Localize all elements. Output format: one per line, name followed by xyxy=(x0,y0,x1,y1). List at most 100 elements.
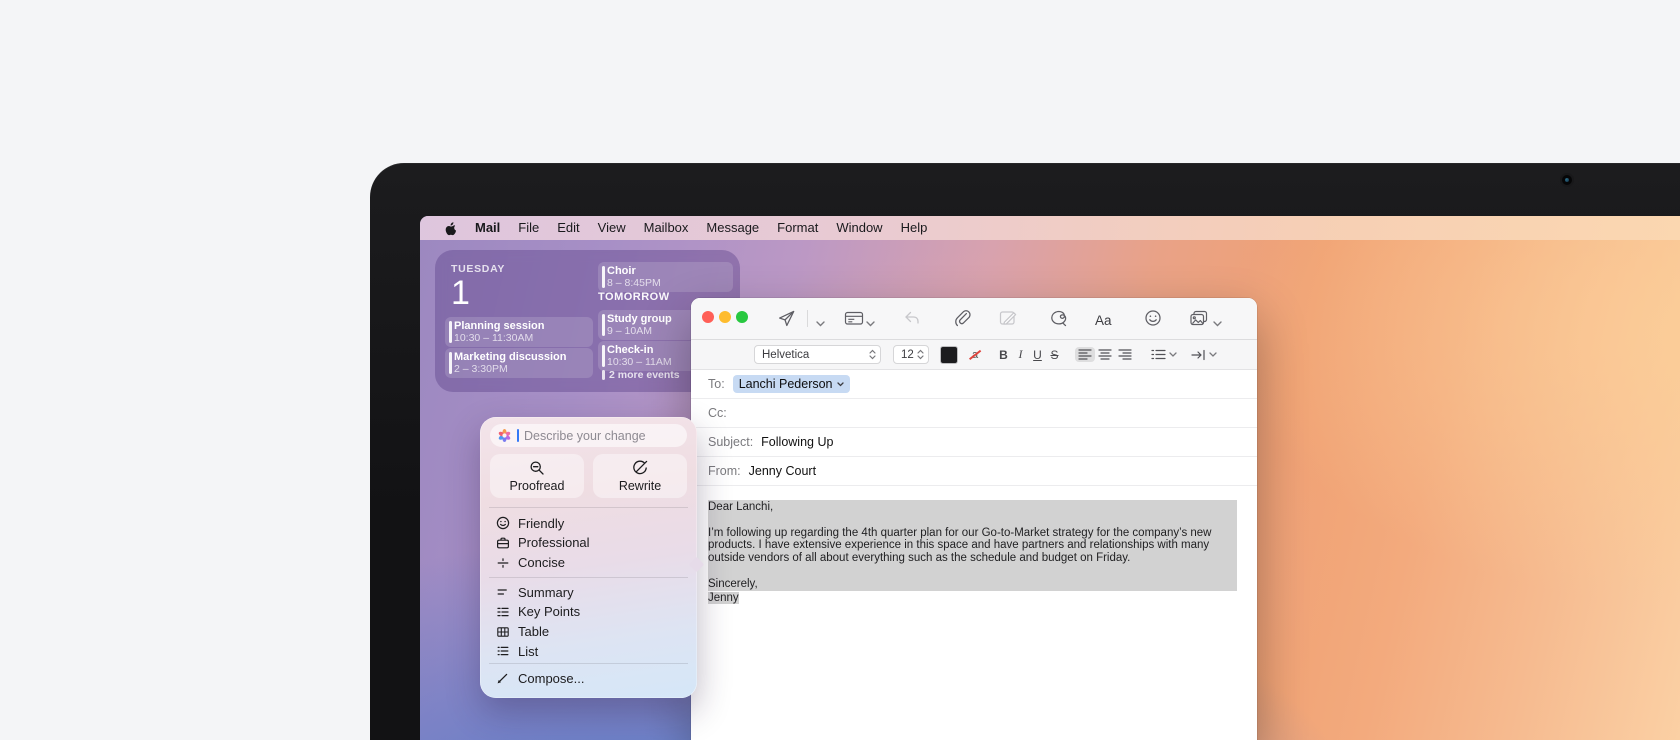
concise-lines-icon xyxy=(496,556,510,570)
recipient-pill[interactable]: Lanchi Pederson xyxy=(733,375,850,393)
widget-day-number: 1 xyxy=(451,276,470,310)
item-label: Table xyxy=(518,624,549,639)
header-fields-icon[interactable] xyxy=(844,308,864,328)
divider xyxy=(489,663,688,664)
writing-tools-popup: Describe your change Proofread Rewrite F… xyxy=(480,417,697,698)
item-label: Summary xyxy=(518,585,574,600)
item-label: Compose... xyxy=(518,671,584,686)
format-text-icon[interactable]: Aa xyxy=(1095,310,1112,330)
mail-compose-window: Aa Helvetica 12 xyxy=(691,298,1257,740)
event-marketing-discussion[interactable]: Marketing discussion 2 – 3:30PM xyxy=(445,348,593,378)
event-title: Choir xyxy=(607,265,727,277)
menu-item-edit[interactable]: Edit xyxy=(557,216,579,240)
strikethrough-button[interactable]: S xyxy=(1046,348,1063,362)
menu-item-mailbox[interactable]: Mailbox xyxy=(644,216,689,240)
event-choir[interactable]: Choir 8 – 8:45PM xyxy=(598,262,733,292)
align-center-button[interactable] xyxy=(1095,347,1115,362)
list-style-button[interactable] xyxy=(1151,349,1177,360)
bold-button[interactable]: B xyxy=(995,348,1012,362)
smiley-icon xyxy=(496,516,510,530)
indent-button[interactable] xyxy=(1191,349,1217,361)
toolbar-separator xyxy=(807,310,808,327)
photos-icon[interactable] xyxy=(1189,308,1209,328)
from-label: From: xyxy=(708,464,741,478)
menu-item-key-points[interactable]: Key Points xyxy=(480,602,697,622)
menu-item-file[interactable]: File xyxy=(518,216,539,240)
font-family-select[interactable]: Helvetica xyxy=(754,345,881,364)
from-field-row[interactable]: From: Jenny Court xyxy=(691,457,1257,486)
apple-intelligence-icon xyxy=(497,428,512,443)
minimize-button[interactable] xyxy=(719,311,731,323)
menu-item-help[interactable]: Help xyxy=(901,216,928,240)
to-field-row[interactable]: To: Lanchi Pederson xyxy=(691,370,1257,399)
menu-bar: Mail File Edit View Mailbox Message Form… xyxy=(420,216,1680,240)
event-planning-session[interactable]: Planning session 10:30 – 11:30AM xyxy=(445,317,593,347)
menu-item-table[interactable]: Table xyxy=(480,622,697,642)
align-left-button[interactable] xyxy=(1075,347,1095,362)
divider xyxy=(489,507,688,508)
body-signature: Jenny xyxy=(708,592,739,604)
table-grid-icon xyxy=(496,625,510,639)
italic-button[interactable]: I xyxy=(1012,347,1029,362)
cc-label: Cc: xyxy=(708,406,727,420)
menu-item-message[interactable]: Message xyxy=(706,216,759,240)
cc-field-row[interactable]: Cc: xyxy=(691,399,1257,428)
chevron-down-icon[interactable] xyxy=(816,314,825,334)
event-time: 8 – 8:45PM xyxy=(607,277,727,289)
font-size-value: 12 xyxy=(901,349,914,361)
menu-item-summary[interactable]: Summary xyxy=(480,583,697,603)
menu-item-professional[interactable]: Professional xyxy=(480,533,697,553)
markup-icon xyxy=(999,308,1018,328)
zoom-button[interactable] xyxy=(736,311,748,323)
font-size-select[interactable]: 12 xyxy=(893,345,929,364)
event-title: Planning session xyxy=(454,320,587,332)
camera-dot xyxy=(1562,175,1572,185)
menu-item-view[interactable]: View xyxy=(598,216,626,240)
apple-logo-icon[interactable] xyxy=(443,220,457,236)
emoji-icon[interactable] xyxy=(1144,308,1162,328)
body-paragraph: I’m following up regarding the 4th quart… xyxy=(708,527,1237,565)
proofread-label: Proofread xyxy=(510,479,565,493)
attach-icon[interactable] xyxy=(953,308,971,328)
format-bar: Helvetica 12 a B I U S xyxy=(691,340,1257,370)
rewrite-button[interactable]: Rewrite xyxy=(593,454,687,498)
menu-item-window[interactable]: Window xyxy=(836,216,882,240)
subject-field-row[interactable]: Subject: Following Up xyxy=(691,428,1257,457)
menu-item-concise[interactable]: Concise xyxy=(480,553,697,573)
proofread-button[interactable]: Proofread xyxy=(490,454,584,498)
widget-tomorrow-label: TOMORROW xyxy=(598,291,670,303)
item-label: Friendly xyxy=(518,516,564,531)
page-background: Mail File Edit View Mailbox Message Form… xyxy=(0,0,1680,740)
menu-item-list[interactable]: List xyxy=(480,641,697,661)
menu-item-format[interactable]: Format xyxy=(777,216,818,240)
text-color-well[interactable] xyxy=(940,346,958,364)
menu-item-friendly[interactable]: Friendly xyxy=(480,514,697,534)
menu-item-compose[interactable]: Compose... xyxy=(480,669,697,689)
describe-change-input[interactable]: Describe your change xyxy=(490,424,687,447)
chevron-down-icon[interactable] xyxy=(866,314,875,334)
close-button[interactable] xyxy=(702,311,714,323)
item-label: Professional xyxy=(518,535,590,550)
background-color-well[interactable]: a xyxy=(967,347,983,363)
underline-button[interactable]: U xyxy=(1029,348,1046,362)
chevron-down-icon[interactable] xyxy=(1213,314,1222,334)
widget-more-events[interactable]: 2 more events xyxy=(602,369,680,381)
briefcase-icon xyxy=(496,536,510,550)
subject-label: Subject: xyxy=(708,435,753,449)
window-toolbar: Aa xyxy=(691,298,1257,340)
rewrite-pencil-circle-icon xyxy=(632,460,648,476)
ai-compose-icon[interactable] xyxy=(1048,308,1068,328)
subject-value: Following Up xyxy=(761,435,833,449)
text-caret xyxy=(517,429,519,442)
divider xyxy=(489,577,688,578)
item-label: Key Points xyxy=(518,604,580,619)
magnifier-icon xyxy=(529,460,545,476)
send-icon[interactable] xyxy=(777,308,796,328)
screen: Mail File Edit View Mailbox Message Form… xyxy=(420,216,1680,740)
selected-text-block: Dear Lanchi, I’m following up regarding … xyxy=(708,500,1237,591)
body-closing: Sincerely, xyxy=(708,578,1237,591)
align-right-button[interactable] xyxy=(1115,347,1135,362)
menu-item-mail[interactable]: Mail xyxy=(475,216,500,240)
rewrite-label: Rewrite xyxy=(619,479,661,493)
body-greeting: Dear Lanchi, xyxy=(708,501,1237,514)
